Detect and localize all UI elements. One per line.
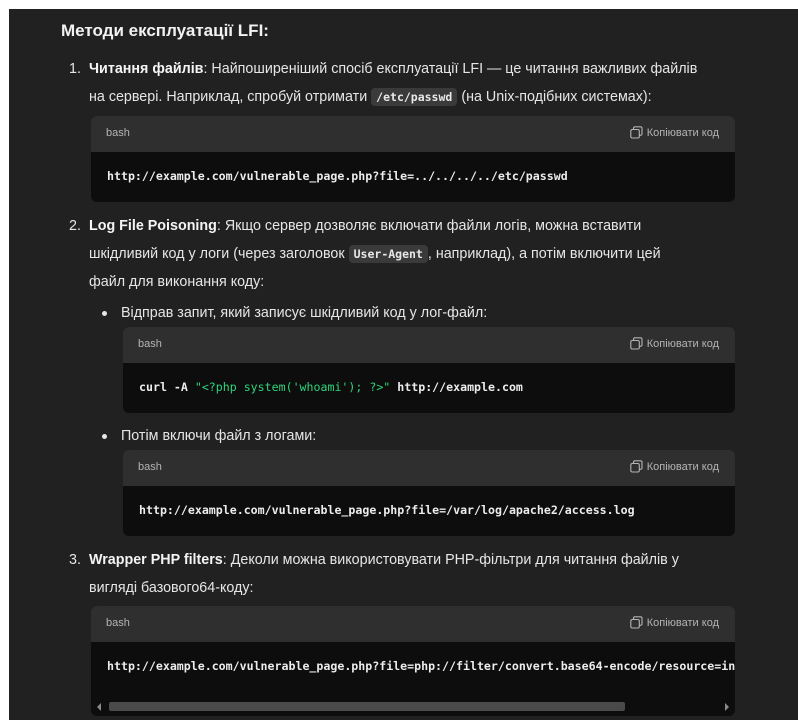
list-item-3-line-2: вигляді базового64-коду: <box>89 580 254 596</box>
list-number: 1. <box>69 61 81 77</box>
code-language-label: bash <box>138 461 162 473</box>
code-language-label: bash <box>106 127 130 139</box>
section-heading: Методи експлуатації LFI: <box>61 21 269 40</box>
list-number: 2. <box>69 218 81 234</box>
copy-icon <box>630 337 643 350</box>
copy-code-label: Копіювати код <box>646 126 719 139</box>
item-title: Читання файлів <box>89 61 204 77</box>
item-text: , наприклад), а потім включити цей <box>427 246 661 262</box>
inline-code: /etc/passwd <box>371 88 458 106</box>
item-text: : Деколи можна використовувати PHP-фільт… <box>222 552 679 568</box>
list-item-1-line-1: Читання файлів: Найпоширеніший спосіб ек… <box>89 55 697 83</box>
list-item-2-line-3: файл для виконання коду: <box>89 274 265 290</box>
code-command: curl -A <box>139 380 195 394</box>
bullet-text: Відправ запит, який записує шкідливий ко… <box>121 305 488 321</box>
copy-code-label: Копіювати код <box>646 616 719 629</box>
item-title: Wrapper PHP filters <box>89 552 223 568</box>
item-title: Log File Poisoning <box>89 218 217 234</box>
copy-code-button[interactable]: Копіювати код <box>630 126 719 139</box>
list-number: 3. <box>69 552 81 568</box>
list-item-1-line-2: на сервері. Наприклад, спробуй отримати … <box>89 83 652 111</box>
list-item-3-line-1: Wrapper PHP filters: Деколи можна викори… <box>89 546 679 574</box>
scroll-left-arrow-icon[interactable] <box>97 703 101 711</box>
copy-code-button[interactable]: Копіювати код <box>630 460 719 473</box>
code-text: http://example.com/vulnerable_page.php?f… <box>139 503 635 517</box>
copy-code-label: Копіювати код <box>646 337 719 350</box>
list-item-2-line-1: Log File Poisoning: Якщо сервер дозволяє… <box>89 212 641 240</box>
code-text: curl -A "<?php system('whoami'); ?>" htt… <box>139 380 523 394</box>
chat-message: Методи експлуатації LFI: 1. Читання файл… <box>9 9 798 720</box>
code-argument: http://example.com <box>390 380 523 394</box>
item-text: : Найпоширеніший спосіб експлуатації LFI… <box>203 61 698 77</box>
item-text: (на Unix-подібних системах): <box>461 89 652 105</box>
copy-icon <box>630 616 643 629</box>
bullet-dot <box>102 311 107 316</box>
item-text: на сервері. Наприклад, спробуй отримати <box>89 89 368 105</box>
code-text: http://example.com/vulnerable_page.php?f… <box>107 659 735 673</box>
scroll-right-arrow-icon[interactable] <box>725 703 729 711</box>
copy-icon <box>630 126 643 139</box>
code-string: "<?php system('whoami'); ?>" <box>194 380 391 394</box>
code-language-label: bash <box>138 338 162 350</box>
code-block: bash Копіювати код http://example.com/vu… <box>123 450 735 536</box>
copy-code-button[interactable]: Копіювати код <box>630 337 719 350</box>
code-block-header: bash Копіювати код <box>123 450 735 486</box>
copy-code-label: Копіювати код <box>646 460 719 473</box>
code-block-header: bash Копіювати код <box>123 327 735 363</box>
code-block: bash Копіювати код http://example.com/vu… <box>91 116 735 202</box>
item-text: : Якщо сервер дозволяє включати файли ло… <box>216 218 642 234</box>
copy-code-button[interactable]: Копіювати код <box>630 616 719 629</box>
horizontal-scrollbar[interactable] <box>97 701 729 712</box>
inline-code: User-Agent <box>348 245 428 263</box>
bullet-text: Потім включи файл з логами: <box>121 428 317 444</box>
code-block-header: bash Копіювати код <box>91 116 735 152</box>
bullet-dot <box>102 434 107 439</box>
code-language-label: bash <box>106 617 130 629</box>
code-block: bash Копіювати код http://example.com/vu… <box>91 606 735 716</box>
code-text: http://example.com/vulnerable_page.php?f… <box>107 169 568 183</box>
copy-icon <box>630 460 643 473</box>
item-text: шкідливий код у логи (через заголовок <box>89 246 345 262</box>
scrollbar-thumb[interactable] <box>109 702 625 711</box>
code-block: bash Копіювати код curl -A "<?php system… <box>123 327 735 413</box>
code-block-header: bash Копіювати код <box>91 606 735 642</box>
list-item-2-line-2: шкідливий код у логи (через заголовок Us… <box>89 240 661 268</box>
